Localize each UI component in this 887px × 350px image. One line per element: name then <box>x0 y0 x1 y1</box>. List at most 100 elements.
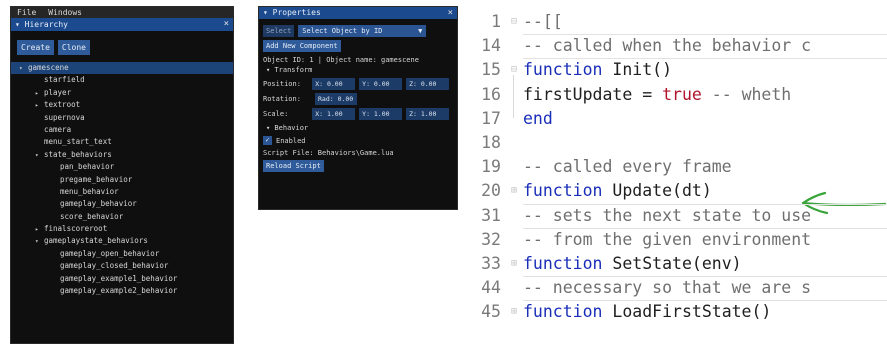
reload-script-button[interactable]: Reload Script <box>263 160 324 172</box>
tree-item-label: camera <box>44 124 72 134</box>
line-number: 45 <box>481 302 501 322</box>
dropdown-arrow-icon: ▼ <box>418 27 423 35</box>
clone-button[interactable]: Clone <box>57 40 90 55</box>
transform-header[interactable]: ▾ Transform <box>263 65 453 75</box>
tree-item-label: state_behaviors <box>44 149 112 159</box>
close-icon[interactable]: × <box>448 7 453 19</box>
tree-item[interactable]: gameplay_example2_behavior <box>11 285 233 297</box>
collapse-arrow-icon[interactable]: ▾ <box>15 20 25 29</box>
properties-title-bar[interactable]: ▾ Properties × <box>259 7 457 19</box>
code-line[interactable]: 32 -- from the given environment <box>467 228 887 252</box>
behavior-header[interactable]: ▾ Behavior <box>263 123 453 133</box>
code-line[interactable]: 18 <box>467 131 887 155</box>
tree-item[interactable]: ▾ gamescene <box>11 62 233 75</box>
fold-collapse-icon[interactable]: ⊟ <box>507 10 521 34</box>
rotation-label: Rotation: <box>263 95 301 103</box>
properties-title: Properties <box>272 8 321 17</box>
code-line[interactable]: 16 firstUpdate = true -- wheth <box>467 83 887 107</box>
line-number: 1 <box>491 12 501 31</box>
line-number: 19 <box>481 157 501 177</box>
tree-item[interactable]: starfield <box>11 74 233 86</box>
tree-item[interactable]: supernova <box>11 112 233 124</box>
tree-item[interactable]: pan_behavior <box>11 161 233 173</box>
menu-bar: File Windows <box>11 7 233 18</box>
object-info: Object ID: 1 | Object name: gamescene <box>263 56 419 64</box>
tree-item-label: gameplay_example1_behavior <box>60 273 178 283</box>
fold-expand-icon[interactable]: ⊞ <box>507 179 521 203</box>
code-token: -- from the given environment <box>523 229 812 249</box>
line-number: 31 <box>481 205 501 225</box>
code-text: -- necessary so that we are s <box>523 276 811 300</box>
tree-item[interactable]: gameplay_closed_behavior <box>11 260 233 272</box>
tree-item-label: textroot <box>44 100 81 110</box>
code-line[interactable]: 15 ⊟ function Init() <box>467 58 887 82</box>
expand-arrow-icon[interactable]: ▾ <box>35 236 44 248</box>
select-button[interactable]: Select <box>263 25 295 37</box>
create-button[interactable]: Create <box>17 40 54 55</box>
expand-arrow-icon[interactable]: ▾ <box>35 150 44 162</box>
expand-arrow-icon[interactable]: ▾ <box>19 63 28 75</box>
tree-item-label: gameplay_behavior <box>60 199 137 209</box>
tree-item[interactable]: gameplay_behavior <box>11 198 233 210</box>
code-line[interactable]: 33 ⊞ function SetState(env) <box>467 252 887 276</box>
fold-expand-icon[interactable]: ⊞ <box>507 300 521 324</box>
tree-item[interactable]: pregame_behavior <box>11 174 233 186</box>
fold-separator <box>523 34 887 36</box>
collapse-arrow-icon[interactable]: ▾ <box>263 8 273 17</box>
code-token: true <box>662 84 702 104</box>
fold-collapse-icon[interactable]: ⊟ <box>507 58 521 82</box>
line-number: 20 <box>481 181 501 201</box>
enabled-checkbox[interactable]: ✓ <box>263 136 272 145</box>
menu-file[interactable]: File <box>17 7 36 18</box>
fold-separator <box>523 227 887 229</box>
close-icon[interactable]: × <box>224 18 229 31</box>
code-token: -- called every frame <box>523 157 732 177</box>
fold-expand-icon[interactable]: ⊞ <box>507 252 521 276</box>
code-line[interactable]: 45 ⊞ function LoadFirstState() <box>467 300 887 324</box>
code-line[interactable]: 1 ⊟ --[[ <box>467 10 887 34</box>
scale-y-field[interactable]: Y: 1.00 <box>359 108 403 120</box>
tree-item[interactable]: score_behavior <box>11 211 233 223</box>
hierarchy-title-bar[interactable]: ▾ Hierarchy × <box>11 18 233 31</box>
code-token: function <box>523 60 603 80</box>
code-line[interactable]: 20 ⊞ function Update(dt) <box>467 179 887 203</box>
tree-item[interactable]: menu_behavior <box>11 186 233 198</box>
scale-x-field[interactable]: X: 1.00 <box>312 108 356 120</box>
position-y-field[interactable]: Y: 0.00 <box>359 78 403 90</box>
tree-item[interactable]: ▾ state_behaviors <box>11 149 233 161</box>
tree-item-label: gameplaystate_behaviors <box>44 236 148 246</box>
tree-item-label: gamescene <box>28 63 69 72</box>
code-line[interactable]: 19 -- called every frame <box>467 155 887 179</box>
tree-item[interactable]: menu_start_text <box>11 136 233 148</box>
tree-item[interactable]: gameplay_example1_behavior <box>11 273 233 285</box>
collapse-arrow-icon[interactable]: ▸ <box>35 100 44 112</box>
tree-item[interactable]: ▸ player <box>11 87 233 99</box>
scale-z-field[interactable]: Z: 1.00 <box>406 108 449 120</box>
add-component-button[interactable]: Add New Component <box>263 40 341 52</box>
tree-item[interactable]: ▸ finalscoreroot <box>11 223 233 235</box>
rotation-row: Rotation: Rad: 0.00 <box>263 93 453 105</box>
select-object-dropdown[interactable]: Select Object by ID ▼ <box>298 25 427 37</box>
menu-windows[interactable]: Windows <box>48 7 82 18</box>
hierarchy-toolbar: Create Clone <box>11 31 233 55</box>
line-number: 15 <box>481 60 501 80</box>
code-token: function <box>523 181 603 201</box>
scale-row: Scale: X: 1.00 Y: 1.00 Z: 1.00 <box>263 108 453 120</box>
tree-item[interactable]: gameplay_open_behavior <box>11 248 233 260</box>
tree-item[interactable]: ▸ textroot <box>11 99 233 111</box>
rotation-rad-field[interactable]: Rad: 0.00 <box>315 93 357 105</box>
code-line[interactable]: 31 -- sets the next state to use <box>467 204 887 228</box>
position-z-field[interactable]: Z: 0.00 <box>406 78 449 90</box>
line-number: 18 <box>481 133 501 152</box>
position-x-field[interactable]: X: 0.00 <box>312 78 356 90</box>
tree-item-label: starfield <box>44 75 85 85</box>
tree-item[interactable]: ▾ gameplaystate_behaviors <box>11 235 233 247</box>
code-text: function Update(dt) <box>523 179 712 203</box>
code-line[interactable]: 44 -- necessary so that we are s <box>467 276 887 300</box>
code-line[interactable]: 17 end <box>467 107 887 131</box>
properties-window: ▾ Properties × Select Select Object by I… <box>258 6 458 210</box>
tree-item[interactable]: camera <box>11 124 233 136</box>
tree-item-label: pregame_behavior <box>60 174 133 184</box>
code-editor[interactable]: 1 ⊟ --[[14 -- called when the behavior c 15 ⊟… <box>467 6 887 350</box>
code-line[interactable]: 14 -- called when the behavior c <box>467 34 887 58</box>
